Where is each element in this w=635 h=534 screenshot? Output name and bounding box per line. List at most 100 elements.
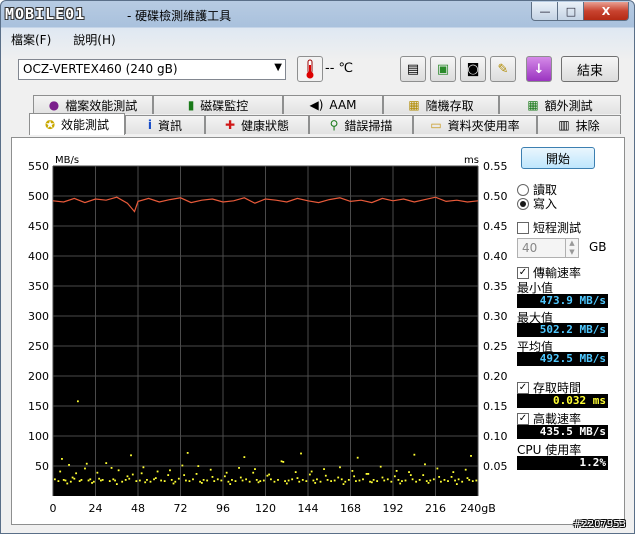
x-tick-label: 72 xyxy=(174,502,188,515)
access-time-point xyxy=(153,478,155,481)
y2-tick-label: 0.20 xyxy=(483,370,508,383)
access-time-point xyxy=(248,480,251,483)
y-tick-label: 50 xyxy=(35,460,49,473)
y-tick-label: 500 xyxy=(28,190,49,203)
access-time-point xyxy=(259,480,262,482)
access-time-point xyxy=(330,480,333,482)
access-time-point xyxy=(140,472,143,475)
access-time-point xyxy=(216,478,219,481)
y2-tick-label: 0.40 xyxy=(483,250,508,263)
y-tick-label: 400 xyxy=(28,250,49,263)
y-axis-label: MB/s xyxy=(55,155,79,166)
access-time-point xyxy=(128,477,131,480)
short-test-label: 短程測試 xyxy=(533,221,582,235)
access-time-point xyxy=(308,473,311,476)
burst-rate-value: 435.5 MB/s xyxy=(517,425,608,439)
access-time-point xyxy=(185,479,187,482)
access-time-point xyxy=(238,467,240,469)
access-time-point xyxy=(68,464,70,466)
start-button[interactable]: 開始 xyxy=(521,147,595,169)
access-time-point xyxy=(64,479,67,482)
access-time-point xyxy=(411,478,414,481)
write-radio-label: 寫入 xyxy=(533,197,558,211)
access-time-point xyxy=(160,479,163,482)
access-time-point xyxy=(225,471,228,474)
y2-tick-label: 0.55 xyxy=(483,160,508,173)
access-time-point xyxy=(124,479,127,481)
y-tick-label: 350 xyxy=(28,280,49,293)
access-time-point xyxy=(404,479,407,482)
x-tick-label: 0 xyxy=(50,502,57,515)
access-time-point xyxy=(130,454,132,457)
y2-tick-label: 0.45 xyxy=(483,220,508,233)
access-time-point xyxy=(110,467,113,469)
access-time-point xyxy=(227,480,230,483)
access-time-point xyxy=(101,479,104,481)
access-time-point xyxy=(239,476,242,479)
short-test-checkbox[interactable]: 短程測試 xyxy=(517,219,581,236)
y2-tick-label: 0.25 xyxy=(483,340,508,353)
write-radio-indicator xyxy=(517,197,529,210)
access-time-point xyxy=(183,474,186,476)
access-time-point xyxy=(294,471,297,473)
access-time-point xyxy=(386,478,389,481)
short-test-size-stepper[interactable]: 40 ▲ ▼ xyxy=(517,238,579,258)
access-time-point xyxy=(319,480,322,483)
access-time-point xyxy=(383,479,386,482)
access-time-point xyxy=(432,478,435,481)
access-time-point xyxy=(92,480,95,483)
access-time-point xyxy=(395,470,398,472)
access-time-point xyxy=(358,479,361,482)
access-time-point xyxy=(436,467,439,470)
access-time-point xyxy=(163,480,166,482)
x-tick-label: 144 xyxy=(298,502,319,515)
access-time-point xyxy=(312,479,315,482)
access-time-point xyxy=(80,479,83,481)
checkmark-icon: ✓ xyxy=(517,266,529,279)
y2-tick-label: 0.05 xyxy=(483,460,508,473)
access-time-point xyxy=(231,479,233,481)
read-radio-indicator xyxy=(517,183,529,196)
access-time-point xyxy=(273,480,276,483)
access-time-point xyxy=(333,479,336,482)
access-time-point xyxy=(100,479,102,482)
y-tick-label: 450 xyxy=(28,220,49,233)
access-time-point xyxy=(401,480,403,482)
x-tick-label: 24 xyxy=(89,502,103,515)
access-time-point xyxy=(220,479,223,482)
y2-axis-label: ms xyxy=(464,155,479,166)
access-time-point xyxy=(195,473,198,475)
access-time-point xyxy=(287,479,290,482)
access-time-point xyxy=(199,480,201,483)
access-time-point xyxy=(443,479,446,481)
x-tick-label: 96 xyxy=(216,502,230,515)
access-time-point xyxy=(181,464,184,467)
access-time-point xyxy=(393,475,396,478)
y-tick-label: 200 xyxy=(28,370,49,383)
y-tick-label: 150 xyxy=(28,400,49,413)
checkmark-icon: ✓ xyxy=(517,412,529,425)
access-time-point xyxy=(149,480,152,483)
write-radio[interactable]: 寫入 xyxy=(517,195,557,212)
access-time-point xyxy=(85,462,88,465)
access-time-point xyxy=(266,474,269,477)
access-time-point xyxy=(277,479,279,481)
access-time-point xyxy=(174,480,177,483)
access-time-point xyxy=(347,479,350,481)
access-time-point xyxy=(324,474,327,477)
access-time-point xyxy=(454,479,456,482)
access-time-point xyxy=(117,469,120,472)
access-time-point xyxy=(213,480,216,482)
access-time-point xyxy=(381,476,384,479)
access-time-point xyxy=(464,468,467,471)
access-time-point xyxy=(234,480,237,482)
access-time-point xyxy=(206,479,209,482)
access-time-point xyxy=(78,480,81,482)
access-time-point xyxy=(138,479,141,482)
access-time-point xyxy=(71,476,74,479)
access-time-point xyxy=(438,476,441,478)
access-time-point xyxy=(291,478,294,481)
access-time-point xyxy=(452,471,455,473)
access-time-point xyxy=(135,480,138,482)
access-time-point xyxy=(223,475,226,478)
